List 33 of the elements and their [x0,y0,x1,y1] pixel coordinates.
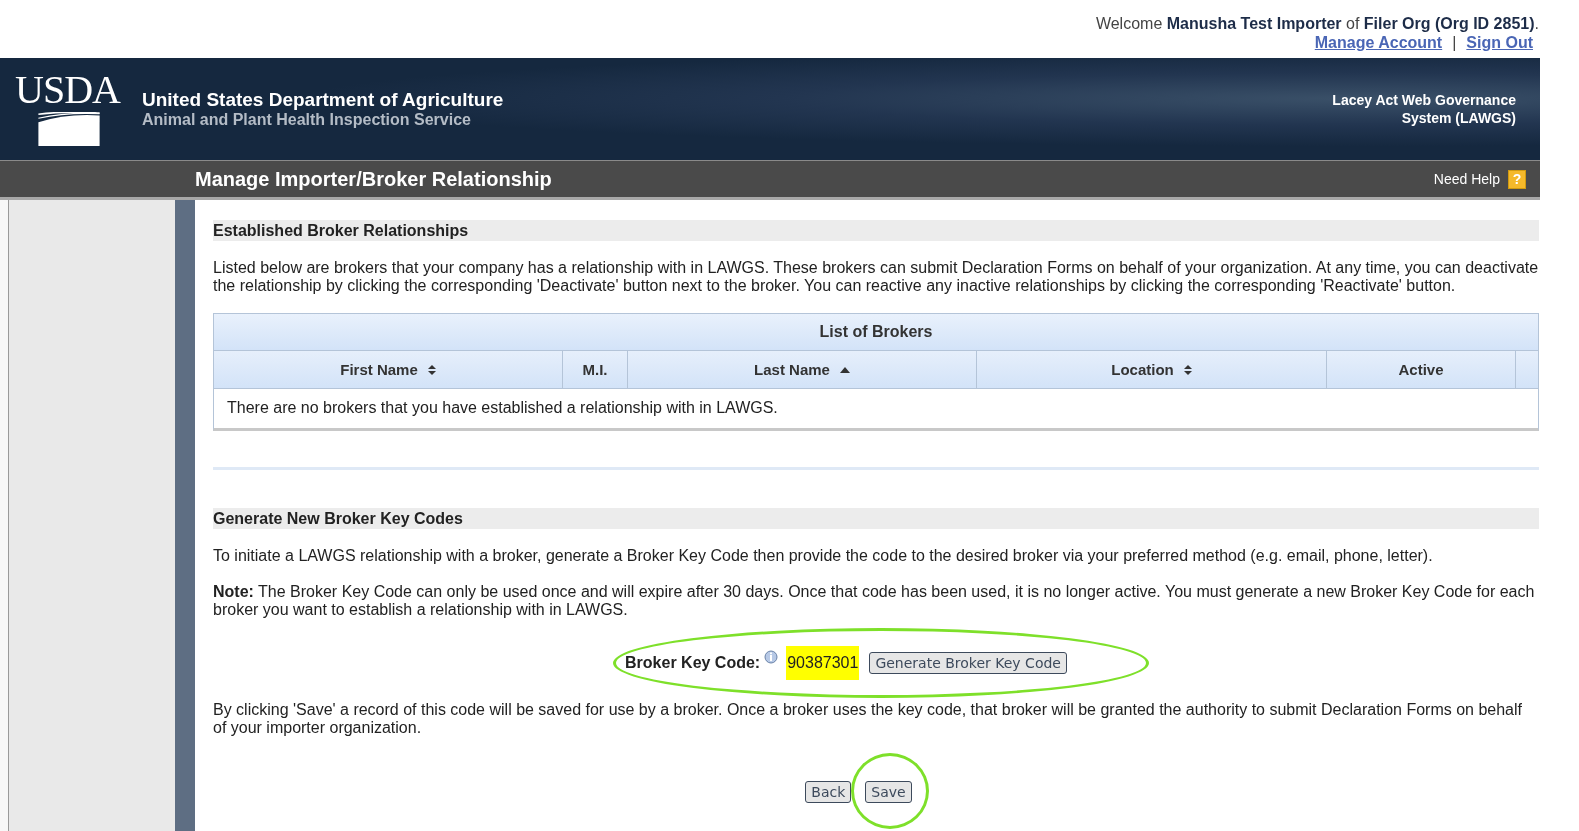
welcome-text: Welcome Manusha Test Importer of Filer Org (Org ID 2851). [1094,14,1539,34]
sign-out-link[interactable]: Sign Out [1466,34,1533,51]
manage-account-link[interactable]: Manage Account [1314,34,1443,51]
sort-icon[interactable] [427,364,436,375]
header-filler-cell [1516,351,1538,388]
column-header[interactable]: M.I. [563,351,628,388]
column-header[interactable]: Location [977,351,1327,388]
key-code-label: Broker Key Code: [625,654,761,672]
section-heading: Established Broker Relationships [213,220,1539,241]
need-help-link[interactable]: Need Help [1433,171,1500,187]
note-text: Note: The Broker Key Code can only be used once and will expire after 30 days. Once that code has been used, it is no longer active. You must generate a new Broker Key Code for each broker you want to establish a relationship with in LAWGS. [213,583,1536,619]
column-header[interactable]: First Name [214,351,563,388]
column-header[interactable]: Active [1327,351,1516,388]
empty-table-message: There are no brokers that you have established a relationship with in LAWGS. [214,388,1538,428]
key-code-value: 90387301 [786,646,860,680]
generate-key-button[interactable]: Generate Broker Key Code [869,652,1067,674]
link-separator: | [1452,34,1457,51]
table-caption: List of Brokers [214,314,1538,351]
column-header[interactable]: Last Name [628,351,977,388]
sort-icon[interactable] [1183,364,1192,375]
usda-logo: USDA [15,72,123,146]
intro-text: Listed below are brokers that your company has a relationship with in LAWGS. These brokers can submit Declaration Forms on behalf of your organization. At any time, you can deactivate the relationship by clicking the corresponding 'Deactivate' button next to the broker. You can reactive any inactive relationships by clicking the corresponding 'Reactivate' button. [213,259,1539,295]
system-name: Lacey Act Web Governance System (LAWGS) [1331,91,1516,127]
save-info-text: By clicking 'Save' a record of this code will be saved for use by a broker. Once a broker uses the key code, that broker will be granted the authority to submit Declaration Forms on behalf of your importer organization. [213,701,1523,737]
save-button[interactable]: Save [865,781,912,803]
service-name: Animal and Plant Health Inspection Service [142,111,472,129]
agency-name: United States Department of Agriculture [142,89,504,111]
sort-ascending-icon[interactable] [839,366,850,373]
section-heading: Generate New Broker Key Codes [213,508,1539,529]
page-title: Manage Importer/Broker Relationship [195,167,552,191]
info-icon[interactable] [764,650,779,664]
back-button[interactable]: Back [805,781,852,803]
intro-text: To initiate a LAWGS relationship with a broker, generate a Broker Key Code then provide the code to the desired broker via your preferred method (e.g. email, phone, letter). [213,547,1434,565]
